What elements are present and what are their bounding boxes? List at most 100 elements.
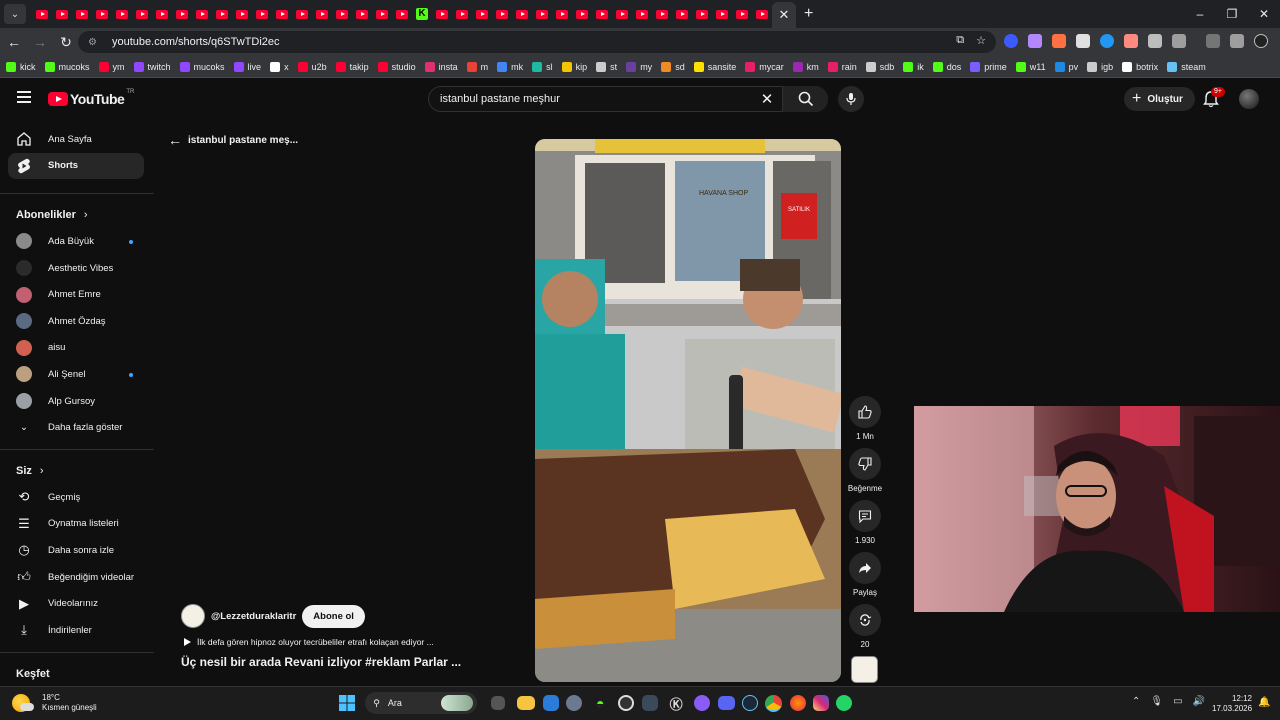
- task-view-icon[interactable]: [491, 696, 506, 710]
- tab-kick[interactable]: K: [412, 4, 432, 24]
- menu-hamburger-icon[interactable]: [17, 91, 31, 103]
- bookmark-item[interactable]: st: [596, 61, 617, 72]
- reload-icon[interactable]: ↻: [54, 34, 78, 51]
- microphone-icon[interactable]: 🎙: [1150, 696, 1163, 707]
- weather-widget[interactable]: 18°C Kısmen güneşli: [12, 693, 97, 713]
- extension-icon[interactable]: [1124, 34, 1138, 48]
- instagram-icon[interactable]: [812, 695, 829, 711]
- tab-youtube[interactable]: [232, 4, 252, 24]
- headset-app-icon[interactable]: ◓: [589, 692, 611, 714]
- discord-icon[interactable]: [717, 696, 735, 710]
- bookmark-item[interactable]: ik: [903, 61, 924, 72]
- tab-youtube[interactable]: [672, 4, 692, 24]
- create-button[interactable]: + Oluştur: [1124, 87, 1195, 111]
- new-tab-button[interactable]: +: [804, 5, 813, 23]
- site-info-icon[interactable]: ⚙: [88, 37, 100, 48]
- bookmark-item[interactable]: x: [270, 61, 289, 72]
- tab-youtube[interactable]: [492, 4, 512, 24]
- search-box[interactable]: istanbul pastane meşhur ✕: [428, 86, 828, 112]
- tab-youtube[interactable]: [92, 4, 112, 24]
- tab-youtube[interactable]: [712, 4, 732, 24]
- install-app-icon[interactable]: ⧉: [956, 34, 964, 47]
- channel-avatar[interactable]: [181, 604, 205, 628]
- sidebar-item[interactable]: ⟲ Geçmiş: [0, 484, 154, 511]
- video-title[interactable]: Üç nesil bir arada Revani izliyor #rekla…: [181, 655, 501, 669]
- shorts-video-player[interactable]: SATILIK HAVANA SHOP: [535, 139, 841, 682]
- subscriptions-heading[interactable]: Abonelikler ›: [0, 202, 154, 228]
- chevron-up-icon[interactable]: ⌃: [1132, 696, 1140, 707]
- sidebar-item-home[interactable]: Ana Sayfa: [0, 126, 154, 153]
- firefox-icon[interactable]: [789, 695, 806, 711]
- settings-gear-icon[interactable]: [565, 695, 582, 711]
- tab-youtube[interactable]: [152, 4, 172, 24]
- show-more-button[interactable]: ⌄ Daha fazla göster: [0, 414, 154, 441]
- taskbar-search[interactable]: ⚲ Ara: [365, 692, 478, 714]
- extensions-puzzle-icon[interactable]: [1172, 34, 1186, 48]
- tab-search-chevron-icon[interactable]: ⌄: [4, 4, 26, 24]
- extension-icon[interactable]: [1052, 34, 1066, 48]
- sidebar-item[interactable]: ▶ Videolarınız: [0, 590, 154, 617]
- volume-icon[interactable]: 🔊: [1193, 696, 1205, 707]
- bookmark-item[interactable]: insta: [424, 61, 458, 72]
- sidebar-item[interactable]: ☰ Oynatma listeleri: [0, 511, 154, 538]
- subscription-item[interactable]: Aesthetic Vibes: [0, 255, 154, 282]
- back-arrow-icon[interactable]: ←: [2, 34, 26, 50]
- obs-icon[interactable]: [618, 695, 635, 711]
- tab-youtube[interactable]: [32, 4, 52, 24]
- extension-icon[interactable]: [1028, 34, 1042, 48]
- sidebar-item[interactable]: ◷ Daha sonra izle: [0, 537, 154, 564]
- search-input[interactable]: istanbul pastane meşhur: [429, 93, 752, 105]
- bookmark-item[interactable]: botrix: [1122, 61, 1158, 72]
- search-button[interactable]: [782, 86, 828, 112]
- chrome-icon[interactable]: [765, 694, 783, 712]
- sidebar-panel-icon[interactable]: [1230, 34, 1244, 48]
- purple-app-icon[interactable]: [694, 695, 711, 711]
- bookmark-star-icon[interactable]: ☆: [976, 34, 986, 47]
- tab-youtube[interactable]: [192, 4, 212, 24]
- sidebar-item[interactable]: ⤓ İndirilenler: [0, 617, 154, 644]
- tab-youtube[interactable]: [552, 4, 572, 24]
- forward-arrow-icon[interactable]: →: [28, 34, 52, 50]
- tab-youtube[interactable]: [212, 4, 232, 24]
- bookmark-item[interactable]: igb: [1087, 61, 1113, 72]
- subscription-item[interactable]: Alp Gursoy: [0, 388, 154, 415]
- bookmark-item[interactable]: w11: [1015, 61, 1046, 72]
- sidebar-item[interactable]: 👍︎ Beğendiğim videolar: [0, 564, 154, 591]
- tab-youtube[interactable]: [512, 4, 532, 24]
- tab-youtube[interactable]: [332, 4, 352, 24]
- bookmark-item[interactable]: u2b: [297, 61, 327, 72]
- subscription-item[interactable]: Ali Şenel: [0, 361, 154, 388]
- clock[interactable]: 12:12 17.03.2026: [1212, 694, 1252, 714]
- bookmark-item[interactable]: mk: [497, 61, 523, 72]
- tab-youtube[interactable]: [752, 4, 772, 24]
- address-bar[interactable]: ⚙ youtube.com/shorts/q6STwTDi2ec ⧉ ☆: [78, 31, 996, 53]
- tab-youtube[interactable]: [292, 4, 312, 24]
- bookmark-item[interactable]: sl: [532, 61, 553, 72]
- sidebar-item-shorts[interactable]: Shorts: [8, 152, 144, 180]
- tab-youtube[interactable]: [732, 4, 752, 24]
- remix-button[interactable]: [849, 604, 881, 636]
- like-button[interactable]: [849, 396, 881, 428]
- tab-youtube[interactable]: [652, 4, 672, 24]
- steam-icon[interactable]: [741, 695, 758, 711]
- bookmark-item[interactable]: mucoks: [179, 61, 225, 72]
- bookmark-item[interactable]: studio: [377, 61, 416, 72]
- bookmark-item[interactable]: mycar: [745, 61, 784, 72]
- tab-youtube[interactable]: [392, 4, 412, 24]
- extension-icon[interactable]: [1148, 34, 1162, 48]
- bookmark-item[interactable]: kick: [6, 61, 36, 72]
- bookmark-item[interactable]: sansite: [693, 61, 736, 72]
- tab-youtube[interactable]: [132, 4, 152, 24]
- bookmark-item[interactable]: steam: [1167, 61, 1206, 72]
- windows-start-icon[interactable]: [336, 692, 358, 714]
- file-explorer-icon[interactable]: [517, 696, 536, 710]
- tab-youtube[interactable]: [172, 4, 192, 24]
- subscription-item[interactable]: Ahmet Özdaş: [0, 308, 154, 335]
- voice-search-button[interactable]: [838, 86, 864, 112]
- bookmark-item[interactable]: ym: [98, 61, 125, 72]
- bookmark-item[interactable]: my: [626, 61, 652, 72]
- microsoft-store-icon[interactable]: [542, 695, 559, 711]
- dark-app-icon[interactable]: [641, 695, 658, 711]
- maximize-button[interactable]: ❐: [1216, 0, 1248, 28]
- tab-youtube[interactable]: [572, 4, 592, 24]
